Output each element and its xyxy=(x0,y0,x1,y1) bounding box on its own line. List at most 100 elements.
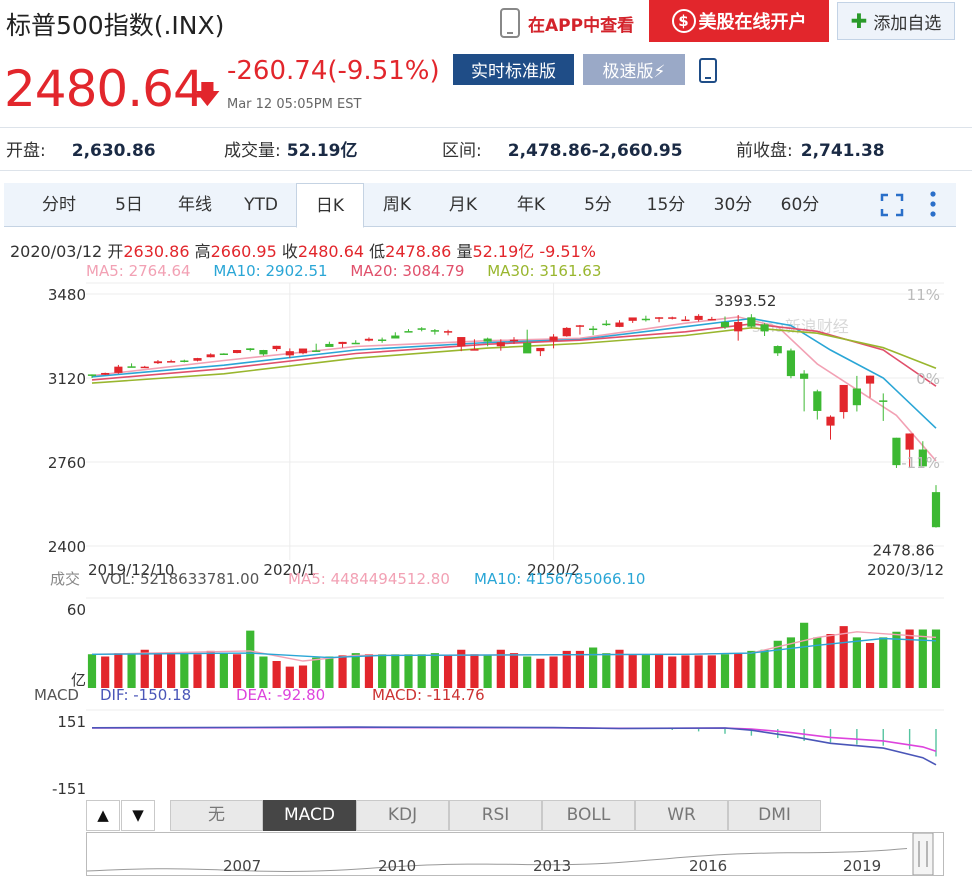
indicator-tab-rsi[interactable]: RSI xyxy=(449,800,542,831)
right-axis-label: 11% xyxy=(907,286,940,304)
y-tick-label: 2760 xyxy=(48,454,86,472)
candle-body xyxy=(852,388,861,406)
candle-body xyxy=(206,354,215,358)
candle-body xyxy=(720,322,730,328)
fullscreen-icon[interactable] xyxy=(880,193,904,217)
open-account-label: 美股在线开户 xyxy=(698,12,807,33)
stat-range: 区间: 2,478.86-2,660.95 xyxy=(442,136,683,161)
mobile-icon[interactable] xyxy=(699,58,717,83)
ma-legend: MA5: 2764.64 MA10: 2902.51 MA20: 3084.79… xyxy=(86,262,601,280)
volume-bar xyxy=(325,656,334,688)
view-in-app-label: 在APP中查看 xyxy=(528,15,635,36)
stock-page: 标普500指数(.INX) 在APP中查看 $ 美股在线开户 ✚ 添加自选 24… xyxy=(0,0,972,895)
volume-bar xyxy=(87,654,97,688)
volume-bar xyxy=(430,653,439,688)
candle-body xyxy=(101,372,110,375)
right-axis-label: -11% xyxy=(901,454,940,472)
volume-bar xyxy=(470,654,479,688)
range-handle[interactable] xyxy=(912,833,934,875)
volume-bar xyxy=(892,631,901,688)
y-tick-label: 3480 xyxy=(48,286,86,304)
volume-bar xyxy=(483,655,492,688)
volume-ma10-legend: MA10: 4156785066.10 xyxy=(474,570,645,588)
volume-bar xyxy=(918,629,927,688)
add-watchlist-button[interactable]: ✚ 添加自选 xyxy=(837,2,955,40)
phone-icon xyxy=(500,8,520,38)
realtime-standard-button[interactable]: 实时标准版 xyxy=(453,54,574,85)
low-annotation: 2478.86 xyxy=(873,542,935,560)
volume-bar xyxy=(193,654,202,688)
y-tick-label: 2400 xyxy=(48,538,86,556)
view-in-app-button[interactable]: 在APP中查看 xyxy=(500,4,634,42)
open-account-button[interactable]: $ 美股在线开户 xyxy=(649,0,829,42)
history-navigator[interactable]: 2007 2010 2013 2016 2019 xyxy=(86,832,944,876)
tab-year-line[interactable]: 年线 xyxy=(164,183,226,227)
candle-body xyxy=(496,342,505,347)
macd-title: MACD xyxy=(34,686,79,704)
indicator-tab-boll[interactable]: BOLL xyxy=(542,800,635,831)
tab-ytd[interactable]: YTD xyxy=(230,183,292,227)
candle-body xyxy=(443,331,453,333)
ma30-legend: MA30: 3161.63 xyxy=(487,262,602,280)
indicator-tab-none[interactable]: 无 xyxy=(170,800,263,831)
volume-bar xyxy=(734,653,743,688)
candle-body xyxy=(931,492,941,528)
volume-bar xyxy=(562,650,571,688)
indicator-tab-dmi[interactable]: DMI xyxy=(728,800,821,831)
tab-week-k[interactable]: 周K xyxy=(366,183,428,227)
tab-month-k[interactable]: 月K xyxy=(432,183,494,227)
volume-tick: 60 xyxy=(67,601,86,619)
candle-body xyxy=(391,335,400,339)
volume-ma5-legend: MA5: 4484494512.80 xyxy=(288,570,450,588)
stat-label: 开盘: xyxy=(6,141,46,161)
volume-bar xyxy=(931,629,941,688)
tab-15min[interactable]: 15分 xyxy=(634,183,698,227)
high-annotation: 3393.52 xyxy=(714,292,776,310)
more-icon[interactable] xyxy=(928,189,938,219)
tab-year-k[interactable]: 年K xyxy=(500,183,562,227)
candle-body xyxy=(747,317,756,327)
fast-version-button[interactable]: 极速版⚡ xyxy=(583,54,685,85)
tab-5min[interactable]: 5分 xyxy=(567,183,629,227)
candle-body xyxy=(351,342,360,345)
volume-bar xyxy=(206,650,215,688)
stat-open: 开盘: 2,630.86 xyxy=(6,136,156,161)
right-axis-label: 0% xyxy=(916,370,940,388)
ma20-legend: MA20: 3084.79 xyxy=(350,262,465,280)
candle-body xyxy=(865,375,875,384)
ma5-legend: MA5: 2764.64 xyxy=(86,262,191,280)
arrow-up-button[interactable]: ▲ xyxy=(86,800,120,831)
candle-body xyxy=(813,391,822,411)
candle-body xyxy=(127,366,136,368)
arrow-down-button[interactable]: ▼ xyxy=(121,800,155,831)
day-low: 2478.86 xyxy=(385,242,452,261)
volume-bar xyxy=(219,653,228,688)
volume-bar xyxy=(272,661,281,688)
tab-30min[interactable]: 30分 xyxy=(701,183,765,227)
volume-bar xyxy=(523,656,532,688)
candle-body xyxy=(87,374,97,376)
volume-bar xyxy=(905,629,914,688)
candle-body xyxy=(681,319,690,322)
indicator-tab-wr[interactable]: WR xyxy=(635,800,728,831)
candle-body xyxy=(509,339,519,342)
indicator-tab-kdj[interactable]: KDJ xyxy=(356,800,449,831)
volume-bar xyxy=(720,654,730,688)
tab-5day[interactable]: 5日 xyxy=(98,183,160,227)
volume-bar xyxy=(694,655,703,688)
day-volume: 52.19亿 xyxy=(472,242,535,261)
candle-body xyxy=(760,324,769,332)
candle-body xyxy=(378,339,387,341)
day-high: 2660.95 xyxy=(210,242,277,261)
candle-body xyxy=(364,338,374,341)
volume-bar xyxy=(101,656,110,688)
volume-bar xyxy=(285,666,294,688)
day-pct: -9.51% xyxy=(539,242,596,261)
tab-fenshi[interactable]: 分时 xyxy=(28,183,90,227)
indicator-tab-macd[interactable]: MACD xyxy=(263,800,356,831)
candle-body xyxy=(312,350,321,352)
tab-60min[interactable]: 60分 xyxy=(768,183,832,227)
tab-day-k[interactable]: 日K xyxy=(296,183,364,228)
add-watchlist-label: 添加自选 xyxy=(873,13,942,34)
volume-bar xyxy=(298,665,308,688)
